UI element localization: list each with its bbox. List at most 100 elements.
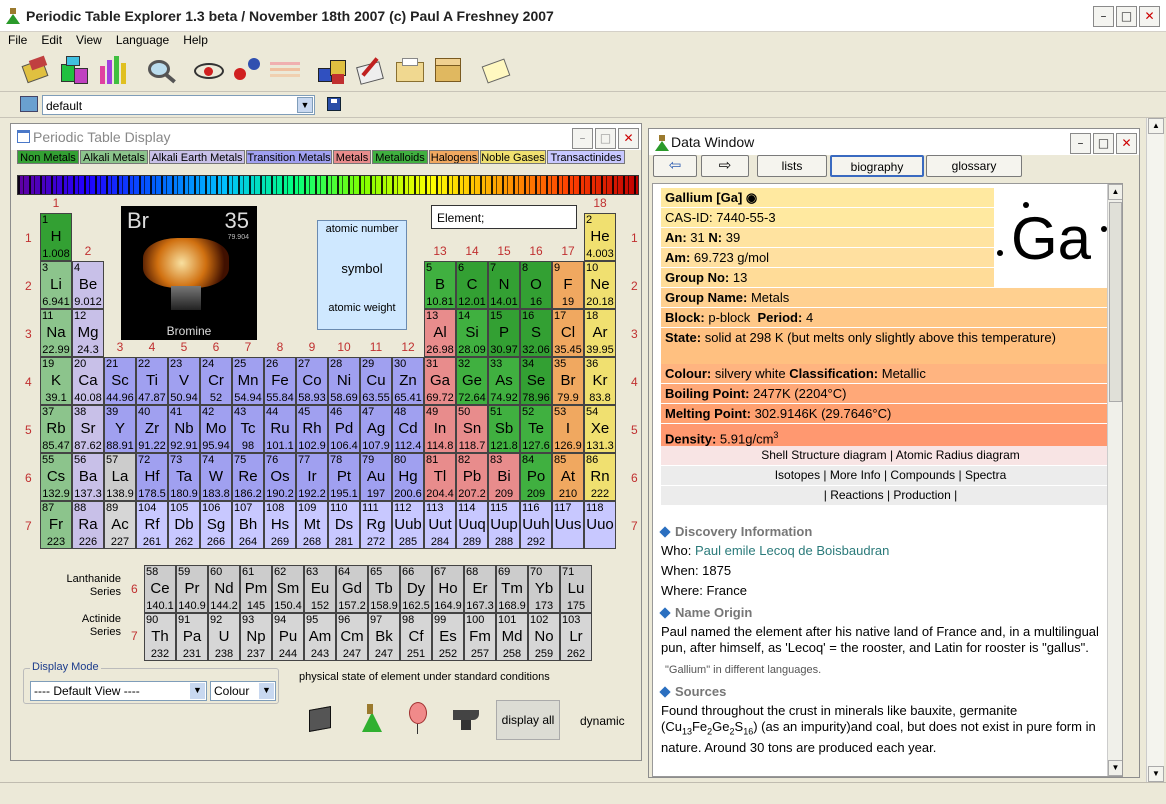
chevron-down-icon[interactable]: ▼ xyxy=(297,97,313,113)
element-cl[interactable]: 17 Cl 35.45 xyxy=(552,309,584,357)
element-la[interactable]: 57 La 138.9 xyxy=(104,453,136,501)
element-uuh[interactable]: 116 Uuh 292 xyxy=(520,501,552,549)
element-th[interactable]: 90 Th 232 xyxy=(144,613,176,661)
scroll-up-icon[interactable]: ▲ xyxy=(1108,184,1122,200)
element-fm[interactable]: 100 Fm 257 xyxy=(464,613,496,661)
isotopes-link[interactable]: Isotopes xyxy=(775,468,820,482)
element-hf[interactable]: 72 Hf 178.5 xyxy=(136,453,168,501)
bar-chart-icon[interactable] xyxy=(96,54,130,88)
element-bi[interactable]: 83 Bi 209 xyxy=(488,453,520,501)
element-al[interactable]: 13 Al 26.98 xyxy=(424,309,456,357)
element-at[interactable]: 85 At 210 xyxy=(552,453,584,501)
element-ge[interactable]: 32 Ge 72.64 xyxy=(456,357,488,405)
gas-balloon-icon[interactable] xyxy=(407,700,431,736)
forward-arrow-icon[interactable]: ⇨ xyxy=(701,155,749,177)
element-eu[interactable]: 63 Eu 152 xyxy=(304,565,336,613)
element-ir[interactable]: 77 Ir 192.2 xyxy=(296,453,328,501)
spectra-link[interactable]: Spectra xyxy=(965,468,1006,482)
element-lr[interactable]: 103 Lr 262 xyxy=(560,613,592,661)
open-settings-icon[interactable] xyxy=(20,96,38,112)
element-gd[interactable]: 64 Gd 157.2 xyxy=(336,565,368,613)
element-pt[interactable]: 78 Pt 195.1 xyxy=(328,453,360,501)
element-ac[interactable]: 89 Ac 227 xyxy=(104,501,136,549)
view-select[interactable]: ---- Default View ---- ▼ xyxy=(30,681,207,701)
element-br[interactable]: 35 Br 79.9 xyxy=(552,357,584,405)
box-icon[interactable] xyxy=(432,54,466,88)
element-ba[interactable]: 56 Ba 137.3 xyxy=(72,453,104,501)
element-k[interactable]: 19 K 39.1 xyxy=(40,357,72,405)
element-fr[interactable]: 87 Fr 223 xyxy=(40,501,72,549)
element-as[interactable]: 33 As 74.92 xyxy=(488,357,520,405)
scroll-down-icon[interactable]: ▼ xyxy=(1148,766,1164,782)
element-xe[interactable]: 54 Xe 131.3 xyxy=(584,405,616,453)
main-scrollbar[interactable]: ▲ ▼ xyxy=(1146,118,1164,782)
production-link[interactable]: Production xyxy=(893,488,950,502)
close-button[interactable]: ✕ xyxy=(1139,6,1160,27)
chevron-down-icon[interactable]: ▼ xyxy=(259,683,274,699)
element-sc[interactable]: 21 Sc 44.96 xyxy=(104,357,136,405)
scroll-up-icon[interactable]: ▲ xyxy=(1148,118,1164,134)
molecule-icon[interactable] xyxy=(230,54,264,88)
languages-link[interactable]: "Gallium" in different languages. xyxy=(661,664,1111,676)
scroll-down-icon[interactable]: ▼ xyxy=(1108,760,1122,776)
save-icon[interactable] xyxy=(327,97,341,111)
element-ru[interactable]: 44 Ru 101.1 xyxy=(264,405,296,453)
element-uuq[interactable]: 114 Uuq 289 xyxy=(456,501,488,549)
element-uub[interactable]: 112 Uub 285 xyxy=(392,501,424,549)
element-kr[interactable]: 36 Kr 83.8 xyxy=(584,357,616,405)
element-tb[interactable]: 65 Tb 158.9 xyxy=(368,565,400,613)
element-lu[interactable]: 71 Lu 175 xyxy=(560,565,592,613)
element-rb[interactable]: 37 Rb 85.47 xyxy=(40,405,72,453)
reactions-link[interactable]: Reactions xyxy=(830,488,883,502)
maximize-button[interactable]: □ xyxy=(1116,6,1137,27)
synthetic-anvil-icon[interactable] xyxy=(451,704,481,734)
menu-file[interactable]: File xyxy=(0,33,33,47)
element-am[interactable]: 95 Am 243 xyxy=(304,613,336,661)
element-ne[interactable]: 10 Ne 20.18 xyxy=(584,261,616,309)
element-cr[interactable]: 24 Cr 52 xyxy=(200,357,232,405)
element-li[interactable]: 3 Li 6.941 xyxy=(40,261,72,309)
element-ni[interactable]: 28 Ni 58.69 xyxy=(328,357,360,405)
element-n[interactable]: 7 N 14.01 xyxy=(488,261,520,309)
element-uus[interactable]: 117 Uus xyxy=(552,501,584,549)
element-co[interactable]: 27 Co 58.93 xyxy=(296,357,328,405)
element-uup[interactable]: 115 Uup 288 xyxy=(488,501,520,549)
element-fe[interactable]: 26 Fe 55.84 xyxy=(264,357,296,405)
element-f[interactable]: 9 F 19 xyxy=(552,261,584,309)
element-ra[interactable]: 88 Ra 226 xyxy=(72,501,104,549)
element-tm[interactable]: 69 Tm 168.9 xyxy=(496,565,528,613)
element-os[interactable]: 76 Os 190.2 xyxy=(264,453,296,501)
element-nd[interactable]: 60 Nd 144.2 xyxy=(208,565,240,613)
element-hg[interactable]: 80 Hg 200.6 xyxy=(392,453,424,501)
element-no[interactable]: 102 No 259 xyxy=(528,613,560,661)
discoverer-link[interactable]: Paul emile Lecoq de Boisbaudran xyxy=(695,543,889,558)
solid-cube-icon[interactable] xyxy=(307,702,337,736)
element-ar[interactable]: 18 Ar 39.95 xyxy=(584,309,616,357)
scroll-thumb[interactable] xyxy=(1109,202,1122,402)
element-cf[interactable]: 98 Cf 251 xyxy=(400,613,432,661)
data-minimize-button[interactable]: – xyxy=(1070,133,1091,154)
element-rn[interactable]: 86 Rn 222 xyxy=(584,453,616,501)
display-all-button[interactable]: display all xyxy=(496,700,560,740)
element-sb[interactable]: 51 Sb 121.8 xyxy=(488,405,520,453)
element-ho[interactable]: 67 Ho 164.9 xyxy=(432,565,464,613)
spectrum-icon[interactable] xyxy=(268,54,302,88)
element-c[interactable]: 6 C 12.01 xyxy=(456,261,488,309)
binoculars-icon[interactable]: ◉ xyxy=(746,190,757,205)
notepad-icon[interactable] xyxy=(480,54,514,88)
more-info-link[interactable]: More Info xyxy=(830,468,881,482)
element-zr[interactable]: 40 Zr 91.22 xyxy=(136,405,168,453)
cubes-icon[interactable] xyxy=(316,54,350,88)
data-close-button[interactable]: ✕ xyxy=(1116,133,1137,154)
element-mo[interactable]: 42 Mo 95.94 xyxy=(200,405,232,453)
element-bk[interactable]: 97 Bk 247 xyxy=(368,613,400,661)
element-db[interactable]: 105 Db 262 xyxy=(168,501,200,549)
element-au[interactable]: 79 Au 197 xyxy=(360,453,392,501)
data-scrollbar[interactable]: ▲ ▼ xyxy=(1107,184,1122,776)
element-in[interactable]: 49 In 114.8 xyxy=(424,405,456,453)
element-pb[interactable]: 82 Pb 207.2 xyxy=(456,453,488,501)
back-arrow-icon[interactable]: ⇦ xyxy=(653,155,697,177)
element-b[interactable]: 5 B 10.81 xyxy=(424,261,456,309)
element-rg[interactable]: 111 Rg 272 xyxy=(360,501,392,549)
element-pa[interactable]: 91 Pa 231 xyxy=(176,613,208,661)
